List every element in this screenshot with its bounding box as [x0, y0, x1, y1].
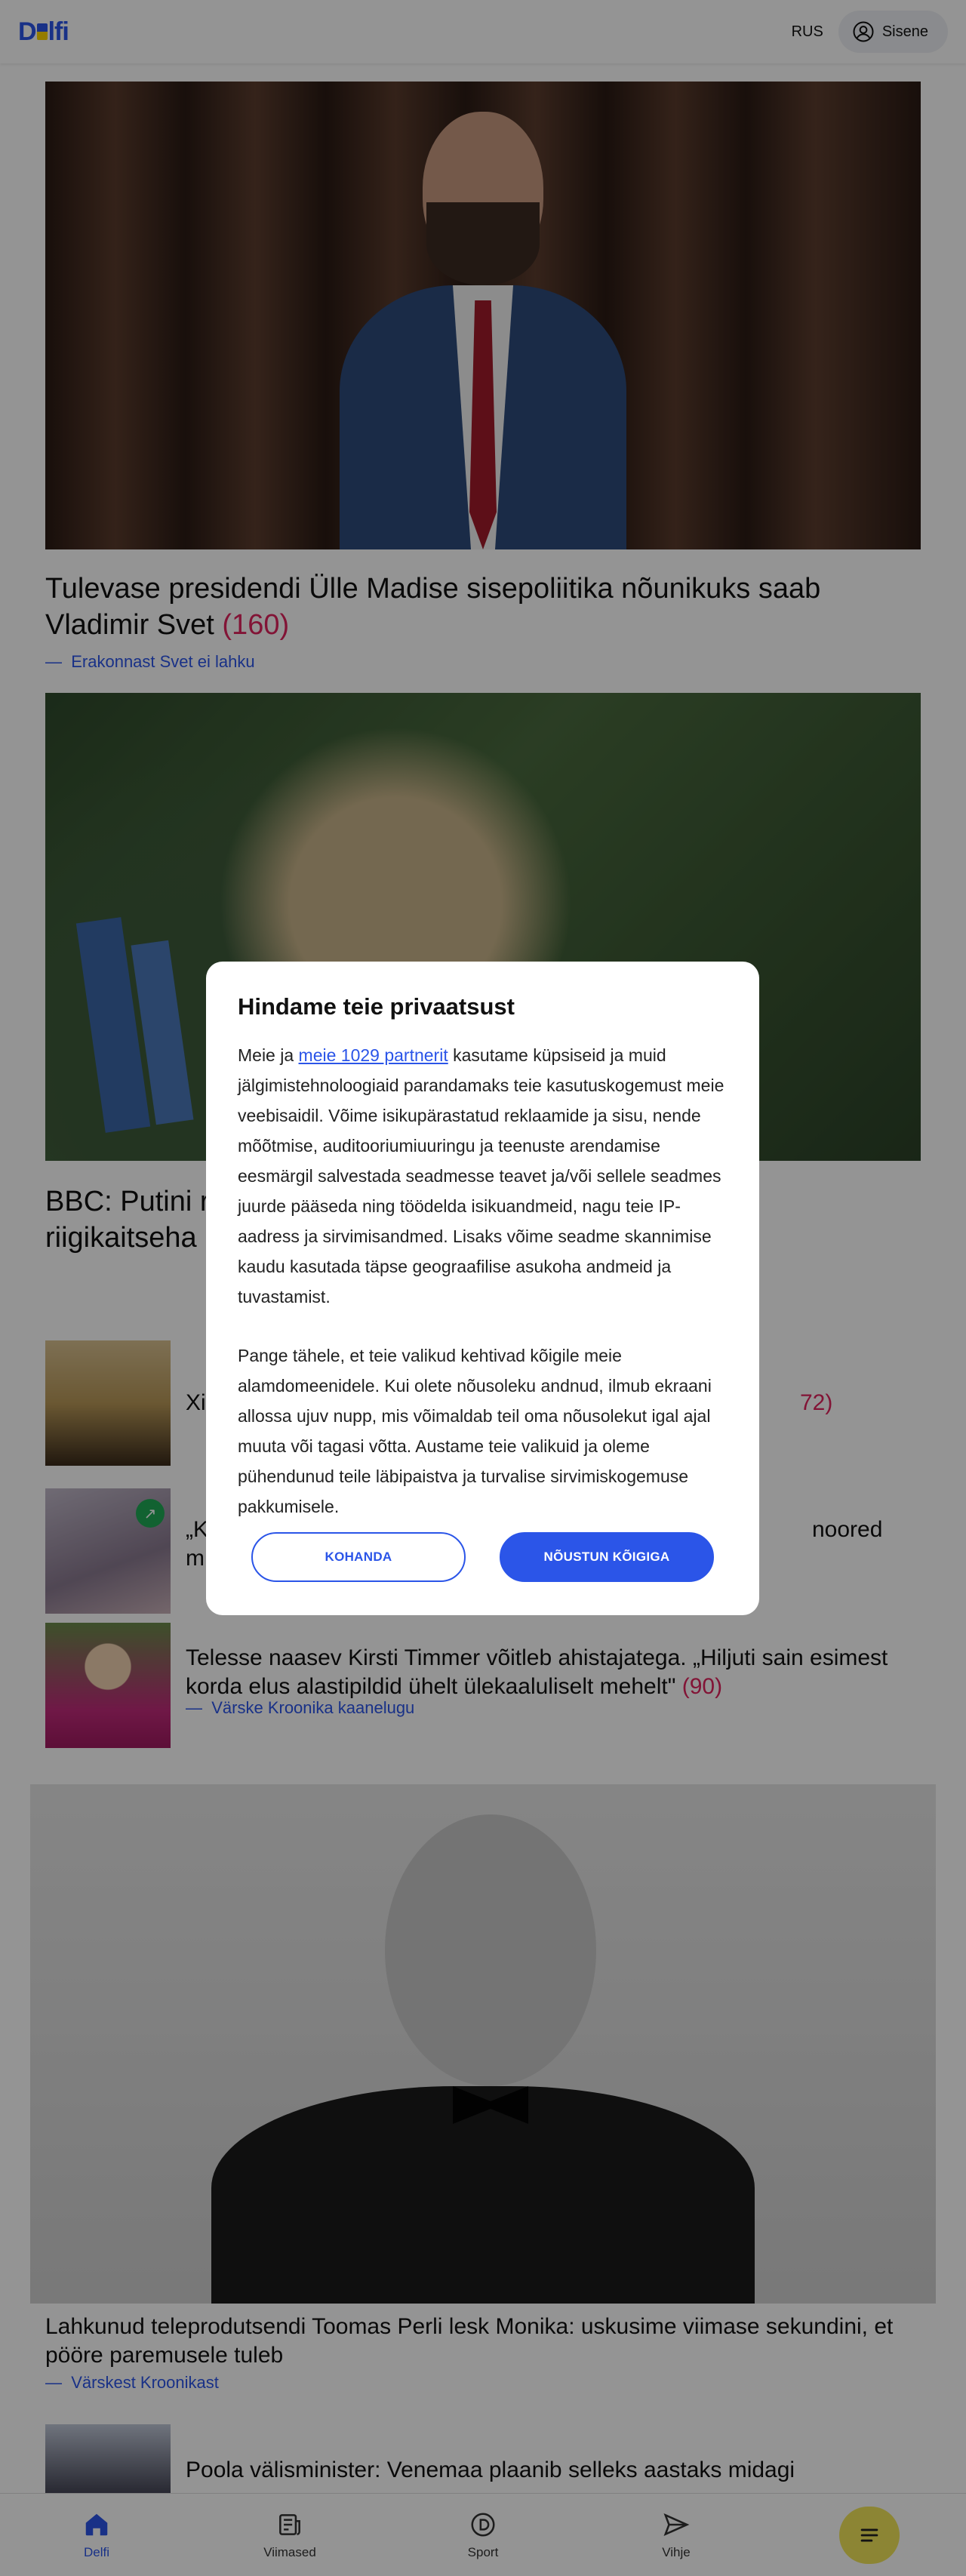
privacy-consent-dialog: Hindame teie privaatsust Meie ja meie 10…: [206, 962, 759, 1615]
customize-button[interactable]: KOHANDA: [251, 1532, 466, 1582]
dialog-title: Hindame teie privaatsust: [238, 993, 515, 1020]
partners-link[interactable]: meie 1029 partnerit: [299, 1045, 448, 1065]
paragraph-text: kasutame küpsiseid ja muid jälgimistehno…: [238, 1045, 724, 1306]
dialog-actions: KOHANDA NÕUSTUN KÕIGIGA: [251, 1532, 714, 1582]
dialog-paragraph-1: Meie ja meie 1029 partnerit kasutame küp…: [238, 1040, 728, 1312]
accept-all-button[interactable]: NÕUSTUN KÕIGIGA: [500, 1532, 714, 1582]
dialog-paragraph-2: Pange tähele, et teie valikud kehtivad k…: [238, 1346, 712, 1516]
paragraph-text: Meie ja: [238, 1045, 299, 1065]
